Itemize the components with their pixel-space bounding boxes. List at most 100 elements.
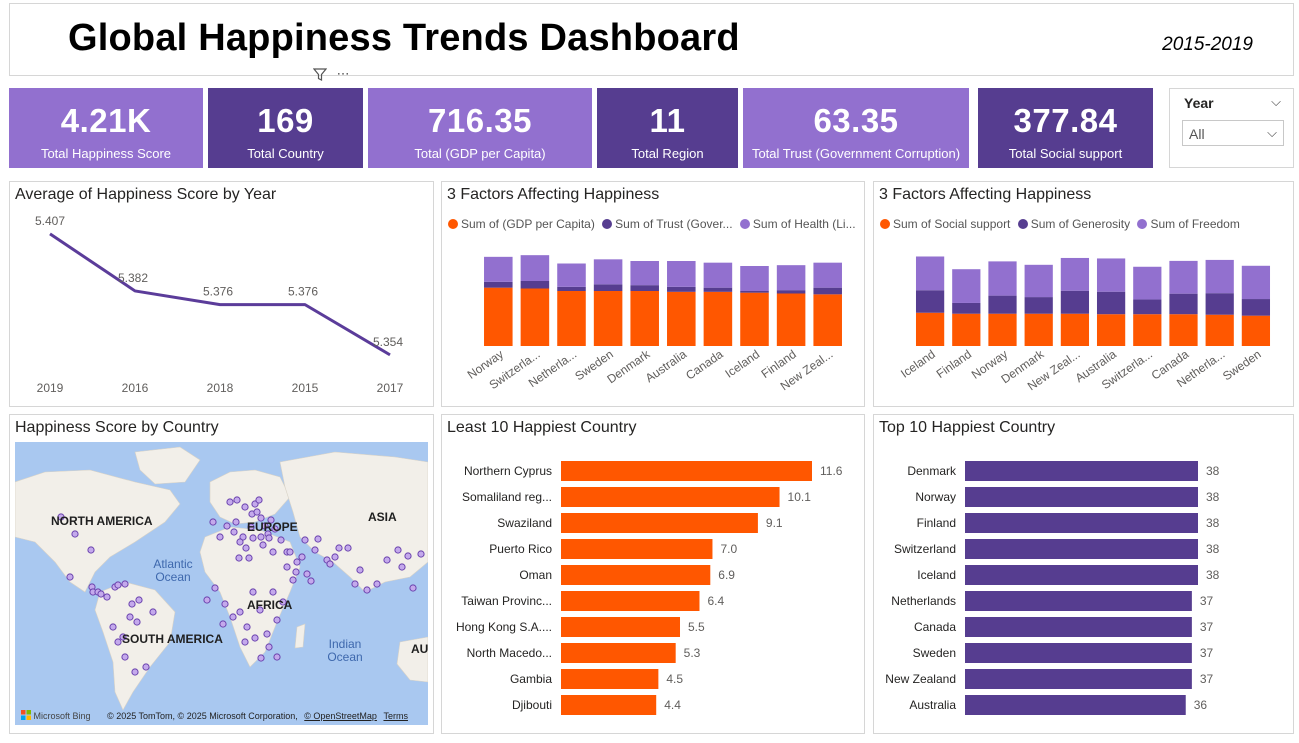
data-label: 6.9: [718, 568, 735, 582]
country-bubble: [121, 653, 129, 661]
bar-segment: [740, 292, 769, 346]
bar-segment: [1241, 299, 1271, 316]
kpi-value: 63.35: [813, 102, 899, 139]
data-label: 38: [1206, 516, 1220, 530]
y-tick-label: Denmark: [907, 464, 957, 478]
y-tick-label: Sweden: [913, 646, 956, 660]
stacked-bar-chart[interactable]: NorwaySwitzerla...Netherla...SwedenDenma…: [442, 182, 864, 406]
bar-segment: [557, 263, 586, 287]
country-bubble: [229, 613, 237, 621]
kpi-label: Total Region: [631, 146, 704, 161]
kpi-value: 716.35: [428, 102, 532, 139]
x-tick-label: Australia: [643, 347, 690, 385]
data-label: 9.1: [766, 516, 783, 530]
bar-segment: [703, 287, 733, 292]
least-10-bar-chart[interactable]: Northern Cyprus 11.6 Somaliland reg... 10.1…: [442, 415, 864, 733]
data-label: 5.382: [118, 271, 148, 285]
kpi-value: 169: [257, 102, 314, 139]
country-bubble: [241, 638, 249, 646]
bar-segment: [1133, 314, 1162, 346]
bar: [561, 487, 780, 507]
data-label: 5.354: [373, 335, 403, 349]
country-bubble: [331, 553, 339, 561]
country-bubble: [242, 544, 250, 552]
bar-segment: [1060, 290, 1090, 314]
top-10-bar-chart[interactable]: Denmark 38 Norway 38 Finland 38 Switzerland 38 I…: [874, 415, 1293, 733]
terms-link[interactable]: Terms: [383, 711, 408, 721]
country-bubble: [269, 548, 277, 556]
bar-segment: [1169, 260, 1198, 294]
country-bubble: [235, 554, 243, 562]
x-tick-label: Sweden: [1220, 347, 1264, 383]
bar-segment: [776, 265, 806, 291]
country-bubble: [135, 596, 143, 604]
country-bubble: [273, 653, 281, 661]
year-dropdown-value: All: [1189, 126, 1205, 142]
country-bubble: [232, 518, 240, 526]
y-tick-label: Taiwan Provinc...: [461, 594, 552, 608]
world-map[interactable]: NORTH AMERICA EUROPE ASIA AFRICA SOUTH A…: [15, 442, 428, 725]
country-bubble: [87, 546, 95, 554]
continent-label: AFRICA: [247, 598, 293, 612]
chevron-down-icon[interactable]: ⌵: [1271, 94, 1281, 110]
country-bubble: [249, 534, 257, 542]
year-dropdown[interactable]: All ⌵: [1182, 120, 1284, 146]
country-bubble: [203, 596, 211, 604]
bar-segment: [703, 291, 733, 346]
bar: [965, 539, 1198, 559]
bar-segment: [1169, 314, 1198, 346]
bar-segment: [667, 291, 696, 346]
attribution-text: © 2025 TomTom, © 2025 Microsoft Corporat…: [107, 711, 298, 721]
more-options-icon[interactable]: ⋯: [337, 66, 350, 81]
continent-label: EUROPE: [247, 520, 298, 534]
x-tick-label: Canada: [683, 347, 726, 383]
bar: [561, 643, 676, 663]
x-tick-label: Finland: [934, 347, 974, 381]
country-bubble: [383, 556, 391, 564]
bar-segment: [557, 286, 586, 291]
line-chart[interactable]: 5.407 2019 5.382 2016 5.376 2018 5.376 2015 5.35…: [10, 182, 433, 406]
y-tick-label: Canada: [914, 620, 956, 634]
bar-segment: [988, 261, 1017, 296]
country-bubble: [303, 570, 311, 578]
bar-segment: [915, 312, 945, 346]
bar-segment: [667, 261, 696, 287]
country-bubble: [245, 554, 253, 562]
bar: [561, 461, 812, 481]
bar: [561, 669, 659, 689]
bar-segment: [1024, 313, 1053, 346]
stacked-bar-chart[interactable]: IcelandFinlandNorwayDenmarkNew Zeal...Au…: [874, 182, 1293, 406]
chevron-down-icon: ⌵: [1267, 125, 1277, 140]
bar: [965, 591, 1192, 611]
country-bubble: [114, 638, 122, 646]
bar-segment: [1133, 299, 1162, 315]
bar-segment: [740, 291, 769, 293]
map-attribution: Microsoft Bing © 2025 TomTom, © 2025 Mic…: [21, 710, 408, 721]
country-bubble: [71, 530, 79, 538]
country-bubble: [335, 544, 343, 552]
map-bubble-layer[interactable]: [15, 442, 428, 725]
osm-link[interactable]: © OpenStreetMap: [304, 711, 377, 721]
bar-segment: [1024, 297, 1053, 314]
kpi-value: 4.21K: [60, 102, 152, 139]
data-label: 5.376: [288, 285, 318, 299]
country-bubble: [103, 593, 111, 601]
country-bubble: [417, 550, 425, 558]
kpi-label: Total Social support: [1008, 146, 1123, 161]
country-bubble: [255, 496, 263, 504]
country-bubble: [249, 588, 257, 596]
kpi-value: 377.84: [1013, 102, 1118, 139]
country-bubble: [344, 544, 352, 552]
filter-icon[interactable]: [312, 68, 331, 84]
bar: [965, 617, 1192, 637]
bar: [965, 513, 1198, 533]
country-bubble: [66, 573, 74, 581]
country-bubble: [263, 630, 271, 638]
page-title: Global Happiness Trends Dashboard: [68, 17, 740, 59]
y-tick-label: Djibouti: [512, 698, 552, 712]
avg-score-line-card: Average of Happiness Score by Year 5.407…: [9, 181, 434, 407]
country-bubble: [269, 588, 277, 596]
country-bubble: [273, 616, 281, 624]
bar: [561, 565, 711, 585]
country-bubble: [283, 563, 291, 571]
